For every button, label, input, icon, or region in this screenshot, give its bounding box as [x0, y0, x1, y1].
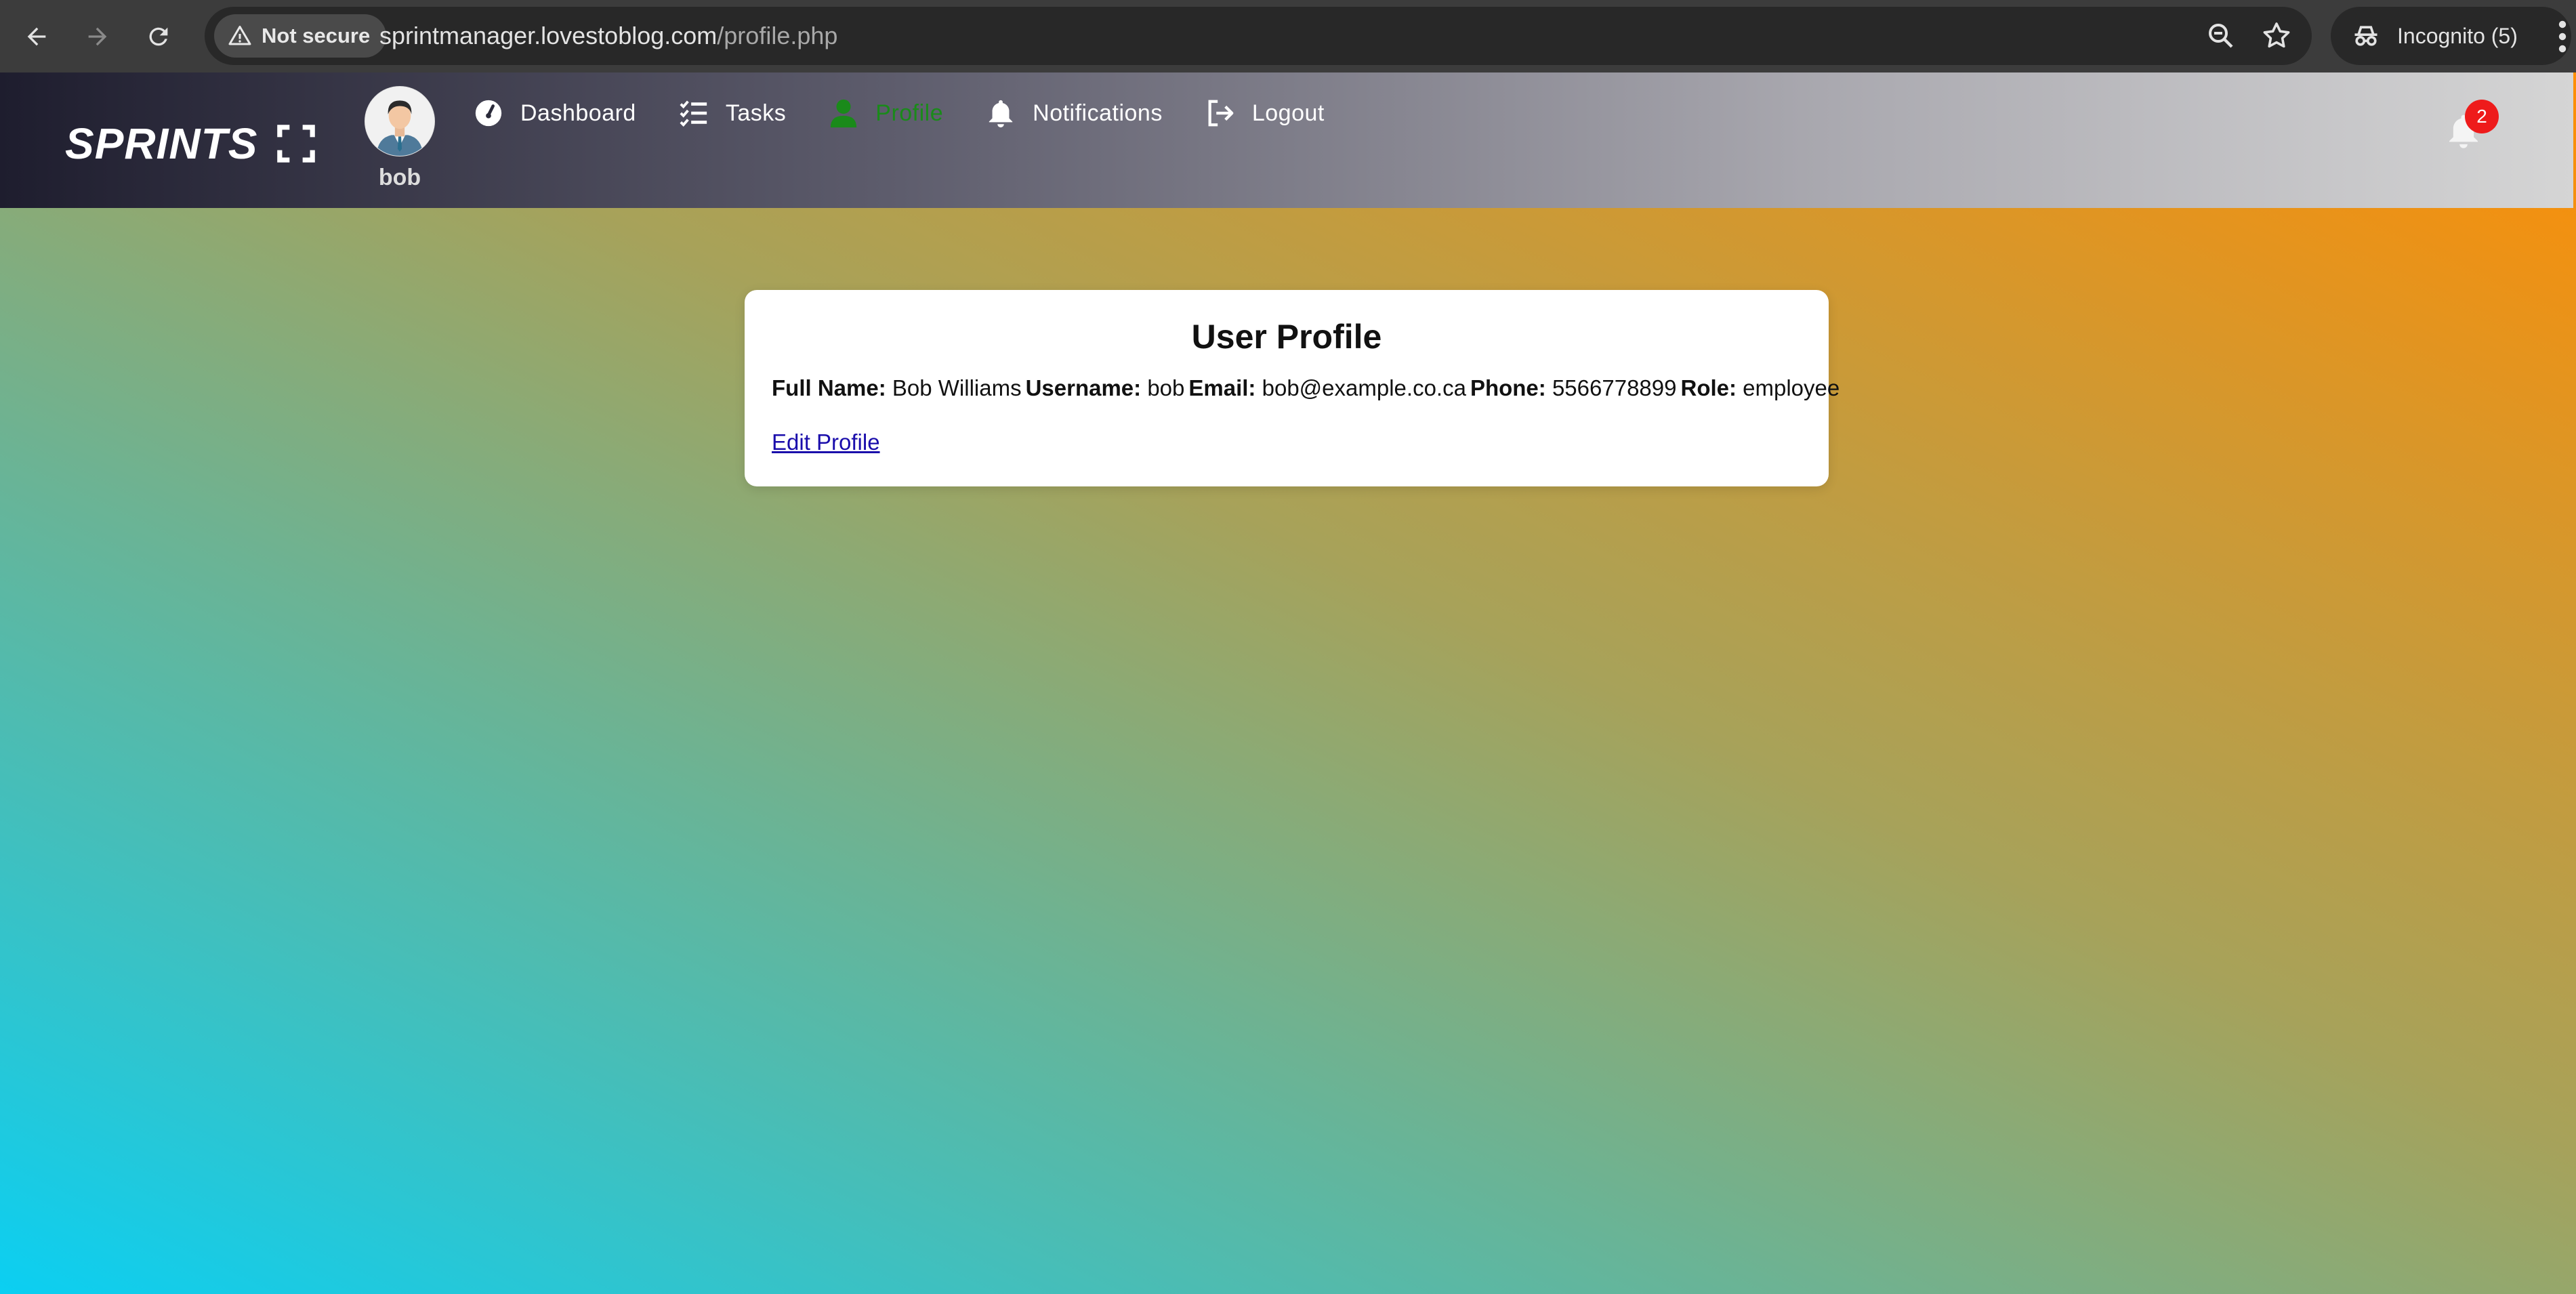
logout-icon — [1208, 100, 1234, 127]
url-host: sprintmanager.lovestoblog.com — [379, 22, 718, 49]
url-text[interactable]: sprintmanager.lovestoblog.com/profile.ph… — [379, 7, 837, 65]
back-button[interactable] — [15, 15, 58, 58]
nav-tasks[interactable]: Tasks — [678, 98, 786, 129]
field-label: Role: — [1680, 375, 1737, 400]
nav-dashboard[interactable]: Dashboard — [473, 98, 636, 129]
profile-card: User Profile Full Name: Bob Williams Use… — [745, 290, 1840, 486]
field-username: Username: bob — [1026, 375, 1185, 401]
nav-label: Logout — [1251, 100, 1325, 126]
avatar — [365, 86, 435, 156]
warning-icon — [228, 26, 251, 45]
field-label: Username: — [1025, 375, 1142, 400]
field-value: 5566778899 — [1552, 375, 1677, 400]
field-full-name: Full Name: Bob Williams — [772, 375, 1022, 401]
address-bar[interactable]: Not secure sprintmanager.lovestoblog.com… — [205, 7, 2312, 65]
incognito-icon — [2354, 26, 2377, 46]
bell-icon — [989, 100, 1013, 128]
nav-label: Profile — [875, 100, 944, 126]
page-title: User Profile — [1191, 318, 1382, 356]
incognito-indicator[interactable]: Incognito (5) — [2331, 7, 2571, 65]
zoom-icon[interactable] — [2205, 20, 2237, 52]
reload-button[interactable] — [137, 15, 180, 58]
url-path: /profile.php — [717, 22, 838, 49]
page-background: SPRINTS bob Dashboard Tasks Profile Noti… — [0, 72, 2576, 1294]
task-list-icon — [680, 100, 707, 127]
notification-bell[interactable]: 2 — [2442, 100, 2499, 154]
security-label: Not secure — [262, 24, 371, 47]
field-label: Phone: — [1470, 375, 1546, 400]
field-value: employee — [1743, 375, 1840, 400]
nav-label: Dashboard — [520, 100, 636, 126]
field-label: Full Name: — [772, 375, 886, 400]
notification-badge: 2 — [2465, 100, 2499, 133]
user-block: bob — [365, 86, 435, 191]
field-label: Email: — [1188, 375, 1256, 400]
forward-button[interactable] — [76, 15, 119, 58]
user-avatar-icon — [365, 87, 434, 156]
bookmark-star-icon[interactable] — [2260, 20, 2293, 52]
field-phone: Phone: 5566778899 — [1470, 375, 1677, 401]
fullscreen-icon — [277, 125, 316, 163]
edit-profile-link[interactable]: Edit Profile — [772, 430, 880, 455]
reload-icon — [149, 27, 168, 46]
nav-label: Notifications — [1033, 100, 1163, 126]
nav-notifications[interactable]: Notifications — [985, 98, 1163, 129]
profile-fields: Full Name: Bob Williams Username: bob Em… — [772, 375, 1840, 401]
forward-arrow-icon — [88, 27, 107, 46]
field-value: Bob Williams — [892, 375, 1022, 400]
browser-toolbar: Not secure sprintmanager.lovestoblog.com… — [0, 0, 2576, 72]
field-role: Role: employee — [1680, 375, 1840, 401]
field-value: bob@example.co.ca — [1262, 375, 1466, 400]
field-value: bob — [1147, 375, 1185, 400]
top-navigation-bar: SPRINTS bob Dashboard Tasks Profile Noti… — [0, 72, 2573, 208]
nav-label: Tasks — [725, 100, 787, 126]
main-menu: Dashboard Tasks Profile Notifications Lo… — [473, 79, 1367, 147]
back-arrow-icon — [27, 27, 46, 46]
more-options-icon[interactable] — [2554, 19, 2571, 54]
app-logo[interactable]: SPRINTS — [65, 114, 316, 173]
gauge-icon — [475, 100, 502, 127]
incognito-label: Incognito (5) — [2397, 23, 2518, 48]
logo-text: SPRINTS — [65, 119, 258, 168]
nav-logout[interactable]: Logout — [1205, 98, 1325, 129]
nav-profile[interactable]: Profile — [828, 98, 943, 129]
user-icon — [831, 99, 857, 128]
security-indicator[interactable]: Not secure — [214, 14, 387, 58]
field-email: Email: bob@example.co.ca — [1188, 375, 1466, 401]
user-name: bob — [378, 165, 421, 190]
